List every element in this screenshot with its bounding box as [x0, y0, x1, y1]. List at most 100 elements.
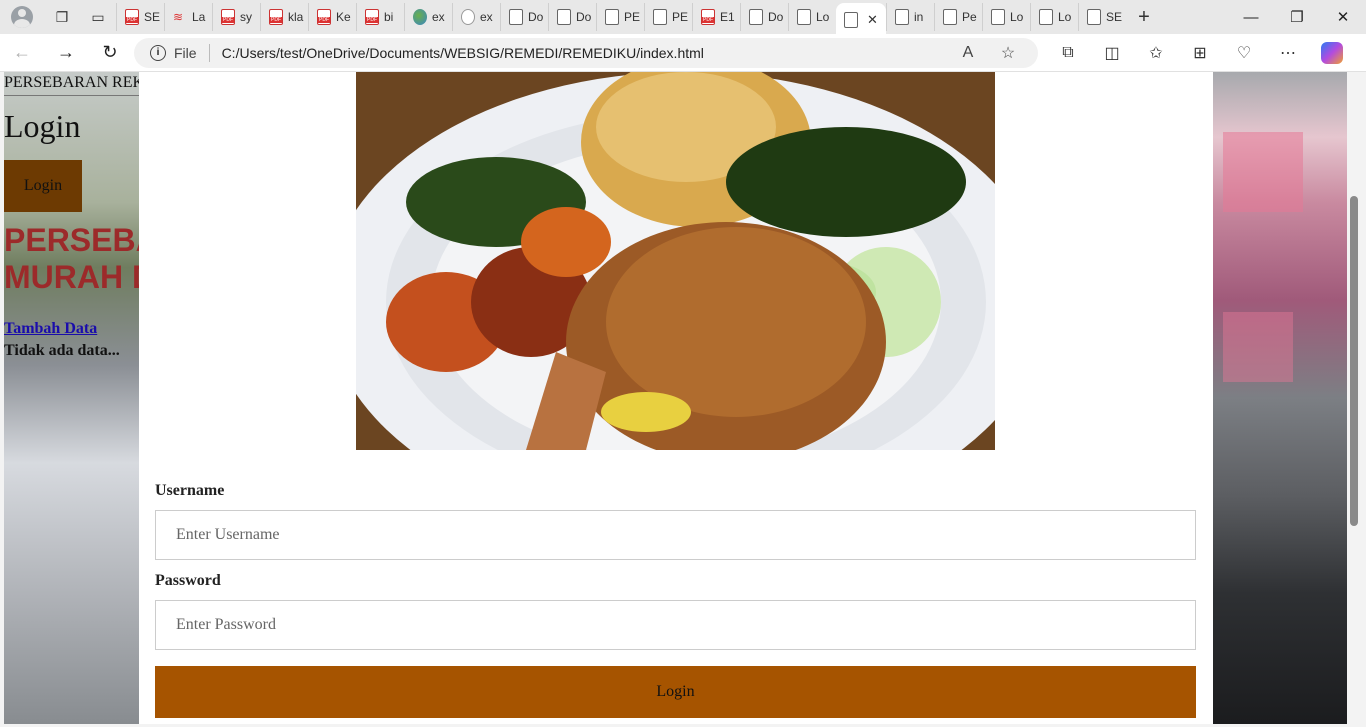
- tab-6[interactable]: ex: [404, 3, 452, 31]
- tab-label: bi: [384, 10, 394, 24]
- wifi-icon: ≋: [173, 10, 184, 24]
- favorites-icon[interactable]: ✩: [1134, 34, 1178, 72]
- pdf-icon: [269, 9, 283, 25]
- globe-icon: [413, 9, 427, 25]
- document-icon: [653, 9, 667, 25]
- tab-active[interactable]: ✕: [836, 3, 886, 37]
- tab-10[interactable]: PE: [596, 3, 644, 31]
- browser-essentials-icon[interactable]: ♡: [1222, 34, 1266, 72]
- workspaces-icon[interactable]: ❐: [44, 0, 80, 34]
- document-icon: [605, 9, 619, 25]
- pdf-icon: [221, 9, 235, 25]
- tab-3[interactable]: kla: [260, 3, 308, 31]
- username-input[interactable]: [155, 510, 1196, 560]
- tab-after-2[interactable]: Lo: [982, 3, 1030, 31]
- scrollbar-thumb[interactable]: [1350, 196, 1358, 526]
- tab-list: SE ≋ La sy kla Ke bi ex ex Do Do PE PE E1 Do Lo ✕ in Pe Lo L…: [116, 0, 1126, 37]
- login-modal: Username Password Login: [139, 72, 1213, 724]
- close-window-icon[interactable]: ✕: [1320, 0, 1366, 34]
- tab-label: PE: [672, 10, 689, 24]
- document-icon: [844, 12, 858, 28]
- more-menu-icon[interactable]: ⋯: [1266, 34, 1310, 72]
- split-screen-icon[interactable]: ◫: [1090, 34, 1134, 72]
- profile-button[interactable]: [0, 0, 44, 34]
- back-arrow-icon[interactable]: ←: [0, 34, 44, 72]
- open-login-button[interactable]: Login: [4, 160, 82, 212]
- profile-avatar-icon: [11, 6, 33, 28]
- url-text[interactable]: C:/Users/test/OneDrive/Documents/WEBSIG/…: [222, 45, 948, 61]
- site-info-icon[interactable]: i: [150, 44, 166, 61]
- tab-14[interactable]: Lo: [788, 3, 836, 31]
- restore-icon[interactable]: ❐: [1274, 0, 1320, 34]
- tab-0[interactable]: SE: [116, 3, 164, 31]
- tab-1[interactable]: ≋ La: [164, 3, 212, 31]
- tab-label: Pe: [962, 10, 977, 24]
- document-icon: [1039, 9, 1053, 25]
- collections-icon[interactable]: ⊞: [1178, 34, 1222, 72]
- copilot-button[interactable]: [1310, 34, 1354, 72]
- scheme-label: File: [174, 44, 197, 61]
- page-heading-line-1: PERSEBARAN: [4, 222, 139, 258]
- underlying-page: PERSEBARAN REKOMENDASI Login Login PERSE…: [4, 72, 139, 360]
- tab-11[interactable]: PE: [644, 3, 692, 31]
- tab-13[interactable]: Do: [740, 3, 788, 31]
- tab-2[interactable]: sy: [212, 3, 260, 31]
- tab-label: SE: [1106, 10, 1123, 24]
- password-label: Password: [155, 572, 221, 589]
- tab-after-0[interactable]: in: [886, 3, 934, 31]
- document-icon: [1087, 9, 1101, 25]
- tab-label: Lo: [816, 10, 830, 24]
- refresh-icon[interactable]: ↻: [88, 34, 132, 72]
- food-illustration: [356, 72, 995, 450]
- copilot-icon: [1321, 41, 1343, 64]
- tab-label: kla: [288, 10, 304, 24]
- tab-label: Do: [768, 10, 784, 24]
- tab-7[interactable]: ex: [452, 3, 500, 31]
- login-heading: Login: [4, 108, 81, 144]
- tab-after-1[interactable]: Pe: [934, 3, 982, 31]
- pdf-icon: [365, 9, 379, 25]
- tab-strip: ❐ ▭ SE ≋ La sy kla Ke bi ex ex Do Do PE PE E1 Do Lo ✕ in P…: [0, 0, 1366, 37]
- toolbar: ⧉ ◫ ✩ ⊞ ♡ ⋯: [1046, 34, 1354, 72]
- document-icon: [797, 9, 811, 25]
- tab-label: Do: [576, 10, 592, 24]
- extensions-icon[interactable]: ⧉: [1046, 34, 1090, 72]
- login-submit-button[interactable]: Login: [155, 666, 1196, 718]
- tab-label: ex: [480, 10, 493, 24]
- navigation-bar: ← → ↻ i File C:/Users/test/OneDrive/Docu…: [0, 34, 1366, 72]
- favorite-star-icon[interactable]: ☆: [988, 43, 1028, 63]
- close-tab-icon[interactable]: ✕: [867, 12, 878, 28]
- vertical-scrollbar[interactable]: [1347, 72, 1366, 724]
- background-image-right: [1213, 72, 1347, 724]
- forward-arrow-icon[interactable]: →: [44, 34, 88, 72]
- tab-4[interactable]: Ke: [308, 3, 356, 31]
- no-data-message: Tidak ada data...: [4, 342, 120, 359]
- tab-label: E1: [720, 10, 735, 24]
- minimize-icon[interactable]: —: [1228, 0, 1274, 34]
- document-icon: [943, 9, 957, 25]
- tab-label: Lo: [1058, 10, 1072, 24]
- tab-label: in: [914, 10, 924, 24]
- tab-label: ex: [432, 10, 445, 24]
- tab-label: Ke: [336, 10, 351, 24]
- pdf-icon: [125, 9, 139, 25]
- new-tab-button[interactable]: +: [1126, 0, 1162, 34]
- tab-after-4[interactable]: SE: [1078, 3, 1126, 31]
- tab-12[interactable]: E1: [692, 3, 740, 31]
- tab-9[interactable]: Do: [548, 3, 596, 31]
- network-icon: [461, 9, 475, 25]
- page-heading: PERSEBARAN MURAH DI: [4, 222, 139, 296]
- tab-label: PE: [624, 10, 641, 24]
- pdf-icon: [317, 9, 331, 25]
- read-aloud-icon[interactable]: A: [948, 44, 988, 62]
- document-icon: [991, 9, 1005, 25]
- tab-after-3[interactable]: Lo: [1030, 3, 1078, 31]
- password-input[interactable]: [155, 600, 1196, 650]
- pdf-icon: [701, 9, 715, 25]
- tab-8[interactable]: Do: [500, 3, 548, 31]
- tab-5[interactable]: bi: [356, 3, 404, 31]
- add-data-link[interactable]: Tambah Data: [4, 320, 139, 338]
- address-bar[interactable]: i File C:/Users/test/OneDrive/Documents/…: [134, 37, 1038, 68]
- tab-label: Do: [528, 10, 544, 24]
- tab-actions-icon[interactable]: ▭: [80, 0, 116, 34]
